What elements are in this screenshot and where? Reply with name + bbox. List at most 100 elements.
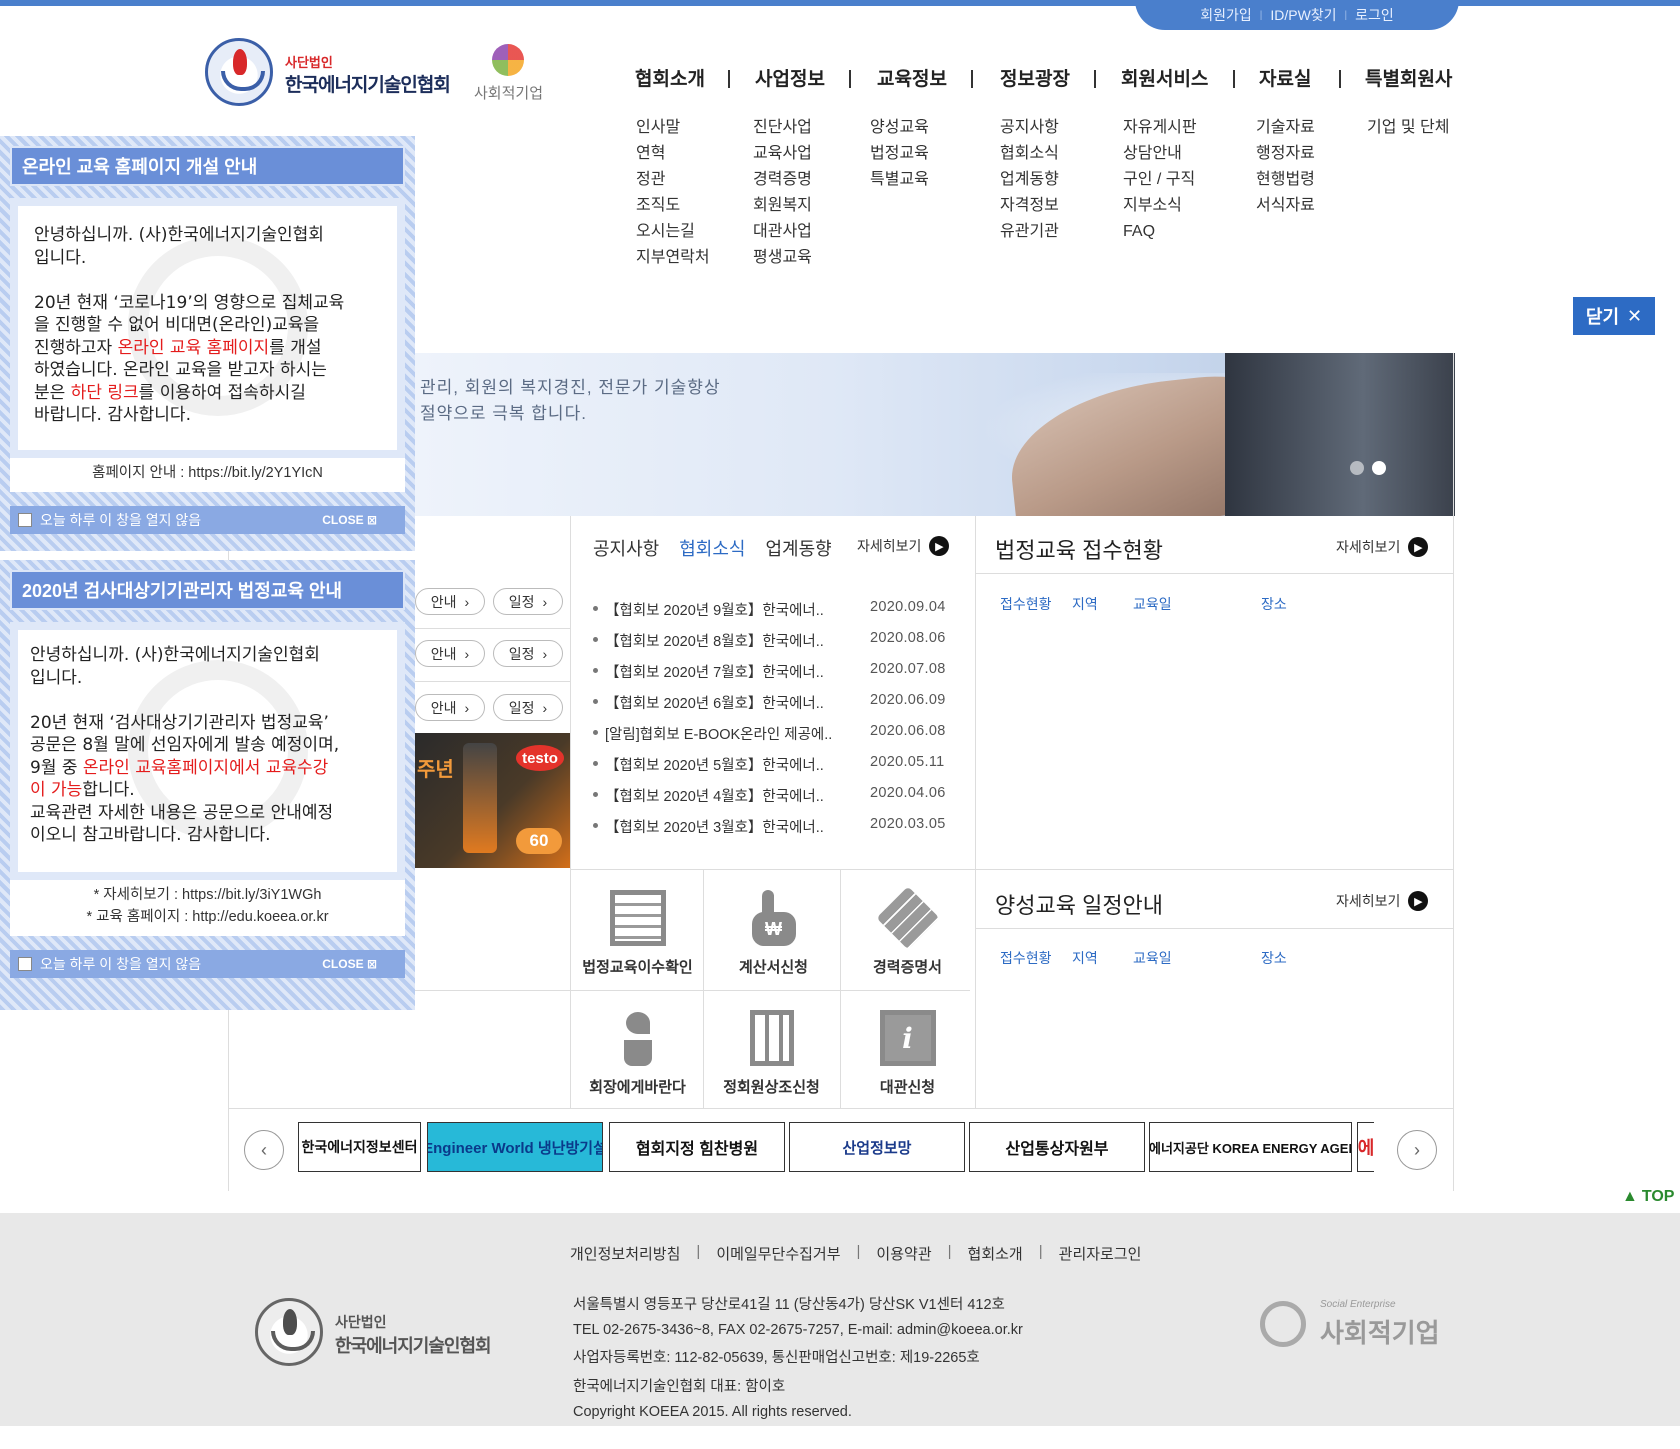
- terms-link[interactable]: 이용약관: [876, 1243, 931, 1264]
- submenu-item[interactable]: 상담안내: [1123, 144, 1197, 164]
- submenu-item[interactable]: 기업 및 단체: [1367, 118, 1450, 138]
- notice-title[interactable]: 【협회보 2020년 3월호】한국에너..: [605, 816, 824, 837]
- list-item[interactable]: 【협회보 2020년 8월호】한국에너.. 2020.08.06: [593, 628, 945, 659]
- quick-message-to-president[interactable]: 회장에게바란다: [571, 990, 704, 1108]
- submenu-item[interactable]: 조직도: [636, 196, 710, 216]
- list-item[interactable]: 【협회보 2020년 9월호】한국에너.. 2020.09.04: [593, 597, 945, 628]
- submenu-item[interactable]: 특별교육: [870, 170, 929, 190]
- dont-show-today-checkbox[interactable]: [18, 957, 32, 971]
- guide-button[interactable]: 안내 ›: [415, 640, 485, 667]
- quick-member-mutual-aid[interactable]: 정회원상조신청: [705, 990, 838, 1108]
- partner-logo[interactable]: Engineer World 냉난방기설: [427, 1122, 603, 1172]
- quick-rental-request[interactable]: i 대관신청: [841, 990, 974, 1108]
- submenu-item[interactable]: 지부연락처: [636, 248, 710, 268]
- notice-title[interactable]: 【협회보 2020년 4월호】한국에너..: [605, 785, 824, 806]
- submenu-item[interactable]: 협회소식: [1000, 144, 1059, 164]
- quick-legal-edu-check[interactable]: 법정교육이수확인: [571, 870, 704, 988]
- popup-close-button[interactable]: CLOSE ⊠: [322, 957, 377, 971]
- submenu-item[interactable]: 평생교육: [753, 248, 812, 268]
- login-link[interactable]: 로그인: [1355, 5, 1394, 25]
- schedule-button[interactable]: 일정 ›: [493, 640, 563, 667]
- guide-button[interactable]: 안내 ›: [415, 694, 485, 721]
- partners-next-button[interactable]: ›: [1397, 1130, 1437, 1170]
- tab-notice[interactable]: 공지사항: [593, 535, 659, 561]
- submenu-item[interactable]: 기술자료: [1256, 118, 1315, 138]
- tab-association-news[interactable]: 협회소식: [679, 535, 745, 561]
- quick-invoice-request[interactable]: 계산서신청: [707, 870, 840, 988]
- nav-business[interactable]: 사업정보: [755, 64, 825, 91]
- submenu-item[interactable]: 유관기관: [1000, 222, 1059, 242]
- submenu-item[interactable]: 법정교육: [870, 144, 929, 164]
- list-item[interactable]: 【협회보 2020년 7월호】한국에너.. 2020.07.08: [593, 659, 945, 690]
- submenu-item[interactable]: FAQ: [1123, 222, 1197, 242]
- submenu-item[interactable]: 회원복지: [753, 196, 812, 216]
- find-id-pw-link[interactable]: ID/PW찾기: [1270, 5, 1336, 25]
- submenu-item[interactable]: 자격정보: [1000, 196, 1059, 216]
- nav-about[interactable]: 협회소개: [635, 64, 705, 91]
- submenu-item[interactable]: 지부소식: [1123, 196, 1197, 216]
- list-item[interactable]: 【협회보 2020년 5월호】한국에너.. 2020.05.11: [593, 752, 944, 783]
- notice-title[interactable]: 【협회보 2020년 6월호】한국에너..: [605, 692, 824, 713]
- popup-close-button[interactable]: CLOSE ⊠: [322, 513, 377, 527]
- submenu-item[interactable]: 경력증명: [753, 170, 812, 190]
- guide-button[interactable]: 안내 ›: [415, 588, 485, 615]
- schedule-button[interactable]: 일정 ›: [493, 694, 563, 721]
- submenu-item[interactable]: 구인 / 구직: [1123, 170, 1197, 190]
- detail-link[interactable]: * 자세히보기 : https://bit.ly/3iY1WGh: [10, 884, 405, 906]
- notice-title[interactable]: 【협회보 2020년 8월호】한국에너..: [605, 630, 824, 651]
- about-link[interactable]: 협회소개: [968, 1243, 1023, 1264]
- submenu-item[interactable]: 업계동향: [1000, 170, 1059, 190]
- submenu-item[interactable]: 양성교육: [870, 118, 929, 138]
- homepage-link[interactable]: 홈페이지 안내 : https://bit.ly/2Y1YIcN: [10, 462, 405, 484]
- tab-industry-trends[interactable]: 업계동향: [766, 535, 832, 561]
- testo-advertisement[interactable]: 주년 testo 60: [415, 733, 570, 868]
- admin-login-link[interactable]: 관리자로그인: [1059, 1243, 1142, 1264]
- banner-pager-dot-active[interactable]: [1372, 461, 1386, 475]
- submenu-item[interactable]: 행정자료: [1256, 144, 1315, 164]
- partners-prev-button[interactable]: ‹: [244, 1130, 284, 1170]
- submenu-item[interactable]: 현행법령: [1256, 170, 1315, 190]
- partner-logo[interactable]: 협회지정 힘찬병원: [609, 1122, 785, 1172]
- legal-edu-more-link[interactable]: 자세히보기 ▶: [1336, 537, 1429, 557]
- quick-career-certificate[interactable]: 경력증명서: [841, 870, 974, 988]
- notice-title[interactable]: 【협회보 2020년 7월호】한국에너..: [605, 661, 824, 682]
- dont-show-today-checkbox[interactable]: [18, 513, 32, 527]
- notice-title[interactable]: [알림]협회보 E-BOOK온라인 제공에..: [605, 723, 832, 744]
- submenu-item[interactable]: 공지사항: [1000, 118, 1059, 138]
- nav-education[interactable]: 교육정보: [877, 64, 947, 91]
- close-menu-button[interactable]: 닫기 ✕: [1573, 297, 1655, 335]
- submenu-item[interactable]: 진단사업: [753, 118, 812, 138]
- banner-pager-dot[interactable]: [1350, 461, 1364, 475]
- submenu-item[interactable]: 인사말: [636, 118, 710, 138]
- list-item[interactable]: 【협회보 2020년 3월호】한국에너.. 2020.03.05: [593, 814, 945, 845]
- submenu-item[interactable]: 대관사업: [753, 222, 812, 242]
- submenu-item[interactable]: 오시는길: [636, 222, 710, 242]
- partner-logo[interactable]: 산업정보망: [789, 1122, 965, 1172]
- list-item[interactable]: 【협회보 2020년 4월호】한국에너.. 2020.04.06: [593, 783, 945, 814]
- email-refusal-link[interactable]: 이메일무단수집거부: [716, 1243, 840, 1264]
- scroll-top-link[interactable]: ▲ TOP: [1622, 1188, 1674, 1206]
- schedule-button[interactable]: 일정 ›: [493, 588, 563, 615]
- education-homepage-link[interactable]: * 교육 홈페이지 : http://edu.koeea.or.kr: [10, 906, 405, 928]
- submenu-item[interactable]: 정관: [636, 170, 710, 190]
- nav-info-square[interactable]: 정보광장: [1000, 64, 1070, 91]
- partner-logo[interactable]: 한국에너지공단 KOREA ENERGY AGENCY: [1149, 1122, 1352, 1172]
- partner-logo-cut[interactable]: 에: [1357, 1122, 1374, 1172]
- list-item[interactable]: [알림]협회보 E-BOOK온라인 제공에.. 2020.06.08: [593, 721, 945, 752]
- notice-title[interactable]: 【협회보 2020년 5월호】한국에너..: [605, 754, 824, 775]
- notice-more-link[interactable]: 자세히보기 ▶: [857, 536, 950, 556]
- submenu-item[interactable]: 교육사업: [753, 144, 812, 164]
- nav-member-service[interactable]: 회원서비스: [1121, 64, 1208, 91]
- partner-logo[interactable]: 한국에너지정보센터: [298, 1122, 421, 1172]
- notice-title[interactable]: 【협회보 2020년 9월호】한국에너..: [605, 599, 824, 620]
- submenu-item[interactable]: 서식자료: [1256, 196, 1315, 216]
- privacy-policy-link[interactable]: 개인정보처리방침: [570, 1243, 680, 1264]
- training-edu-more-link[interactable]: 자세히보기 ▶: [1336, 891, 1429, 911]
- submenu-item[interactable]: 자유게시판: [1123, 118, 1197, 138]
- nav-special-members[interactable]: 특별회원사: [1365, 64, 1452, 91]
- partner-logo[interactable]: 산업통상자원부: [969, 1122, 1145, 1172]
- nav-library[interactable]: 자료실: [1259, 64, 1311, 91]
- signup-link[interactable]: 회원가입: [1200, 5, 1252, 25]
- submenu-item[interactable]: 연혁: [636, 144, 710, 164]
- list-item[interactable]: 【협회보 2020년 6월호】한국에너.. 2020.06.09: [593, 690, 945, 721]
